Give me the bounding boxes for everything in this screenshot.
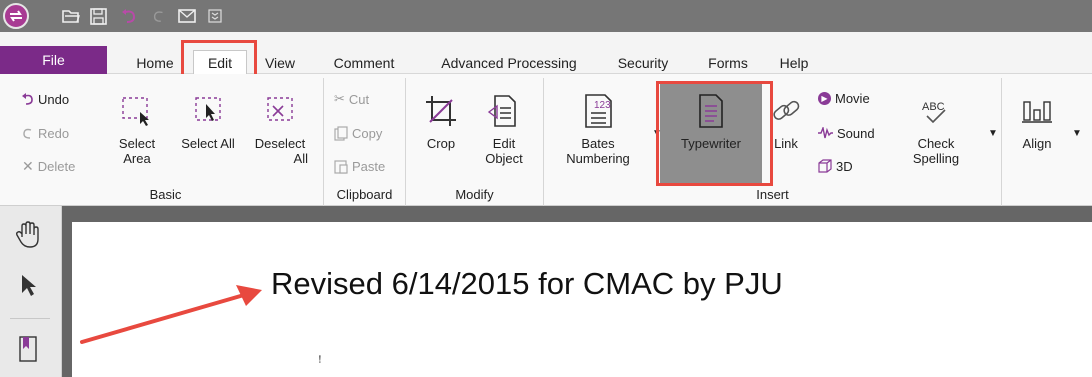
annotation-arrow [80, 285, 262, 344]
